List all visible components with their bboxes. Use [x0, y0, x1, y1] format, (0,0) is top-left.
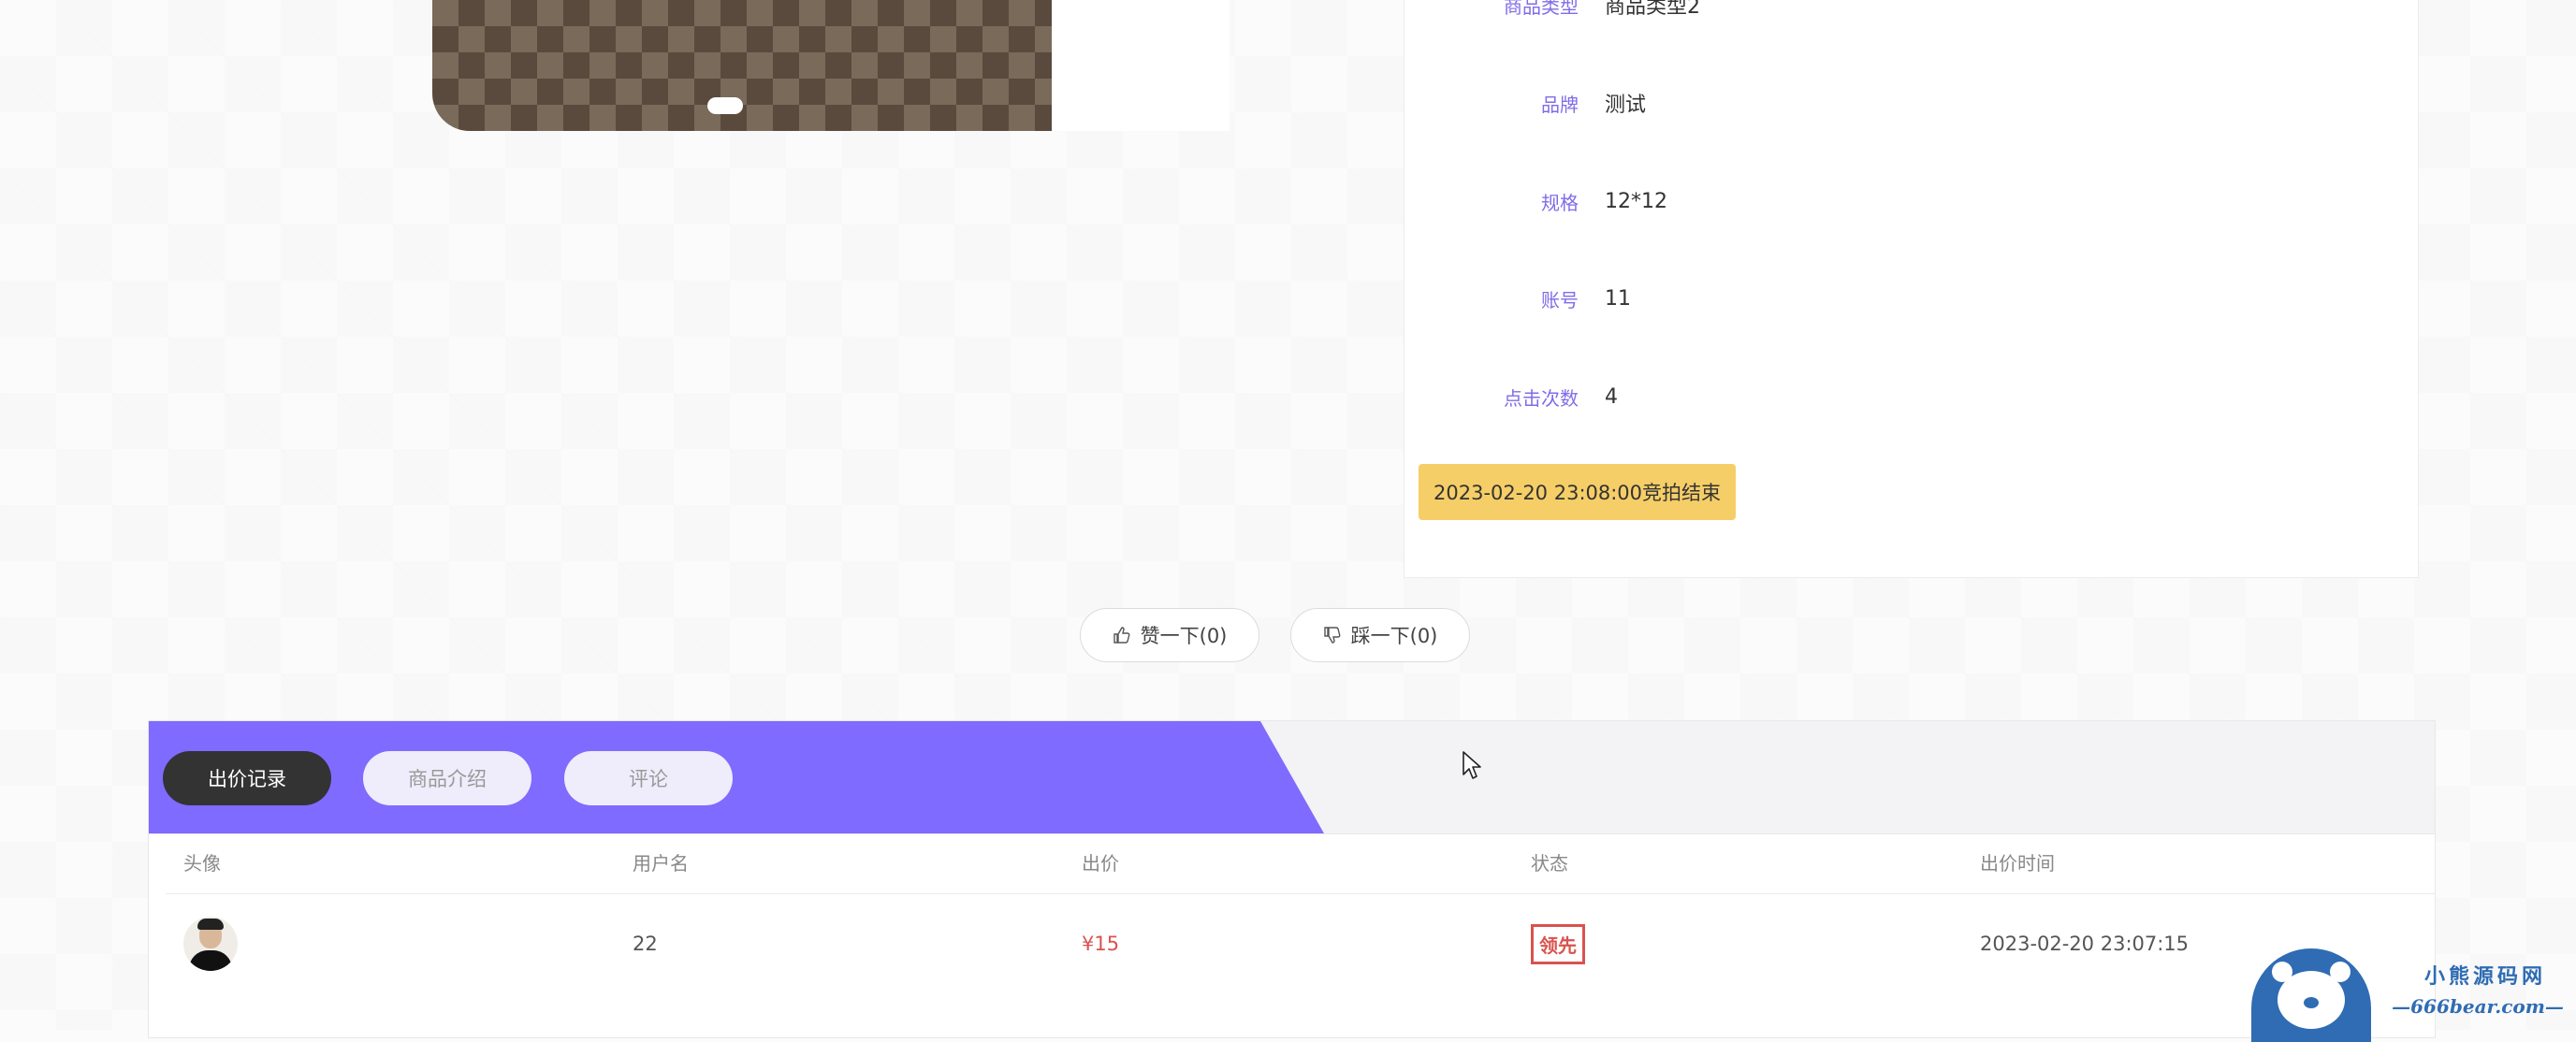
column-header-username: 用户名 — [633, 852, 689, 875]
avatar-cell — [183, 894, 238, 993]
dislike-button[interactable]: 踩一下(0) — [1290, 608, 1470, 662]
status-badge: 领先 — [1531, 923, 1585, 964]
info-row-type: 商品类型 商品类型2 — [1404, 0, 2420, 23]
like-label: 赞一下(0) — [1140, 625, 1228, 647]
table-row: 22 ¥15 领先 2023-02-20 23:07:15 — [166, 894, 2416, 993]
dislike-label: 踩一下(0) — [1350, 625, 1438, 647]
status-cell: 领先 — [1531, 894, 1585, 993]
watermark-logo: 小熊源码网 —666bear.com— — [2251, 948, 2569, 1042]
tab-bar: 出价记录 商品介绍 评论 — [149, 721, 2435, 834]
thumbs-down-icon — [1323, 627, 1341, 644]
auction-end-badge: 2023-02-20 23:08:00竞拍结束 — [1419, 464, 1737, 520]
column-header-price: 出价 — [1082, 852, 1119, 875]
product-image — [432, 0, 1052, 131]
carousel-frame — [1052, 0, 1230, 131]
watermark-title: 小熊源码网 — [2423, 964, 2546, 989]
info-row-brand: 品牌 测试 — [1404, 84, 2420, 122]
info-label: 账号 — [1541, 288, 1579, 311]
detail-section: 出价记录 商品介绍 评论 头像 用户名 出价 状态 出价时间 22 ¥15 领先… — [148, 720, 2436, 1038]
info-value: 测试 — [1605, 94, 1647, 117]
info-value: 12*12 — [1605, 189, 1667, 213]
column-header-avatar: 头像 — [183, 852, 221, 875]
username-cell: 22 — [633, 933, 658, 955]
info-label: 品牌 — [1541, 93, 1579, 116]
info-label: 商品类型 — [1504, 0, 1579, 18]
column-header-status: 状态 — [1531, 852, 1568, 875]
info-value: 4 — [1605, 384, 1618, 409]
watermark-url: —666bear.com— — [2392, 995, 2564, 1018]
info-row-account: 账号 11 — [1404, 280, 2420, 317]
column-header-time: 出价时间 — [1980, 852, 2055, 875]
time-cell: 2023-02-20 23:07:15 — [1980, 933, 2190, 955]
thumbs-up-icon — [1113, 627, 1130, 644]
product-info-panel: 商品类型 商品类型2 品牌 测试 规格 12*12 账号 11 点击次数 4 2… — [1404, 0, 2419, 578]
tab-comments[interactable]: 评论 — [564, 751, 733, 805]
bear-logo-icon — [2251, 948, 2371, 1042]
info-label: 规格 — [1541, 191, 1579, 214]
info-value: 商品类型2 — [1605, 0, 1700, 19]
price-cell: ¥15 — [1082, 933, 1120, 955]
info-row-spec: 规格 12*12 — [1404, 182, 2420, 220]
tab-product-intro[interactable]: 商品介绍 — [363, 751, 531, 805]
avatar — [183, 917, 238, 971]
bid-table-header: 头像 用户名 出价 状态 出价时间 — [166, 833, 2435, 894]
mouse-cursor-icon — [1463, 751, 1481, 779]
like-button[interactable]: 赞一下(0) — [1080, 608, 1259, 662]
info-label: 点击次数 — [1504, 386, 1579, 410]
tab-bid-records[interactable]: 出价记录 — [163, 751, 331, 805]
info-value: 11 — [1605, 286, 1631, 311]
carousel-indicator[interactable] — [707, 97, 743, 114]
info-row-clicks: 点击次数 4 — [1404, 378, 2420, 415]
